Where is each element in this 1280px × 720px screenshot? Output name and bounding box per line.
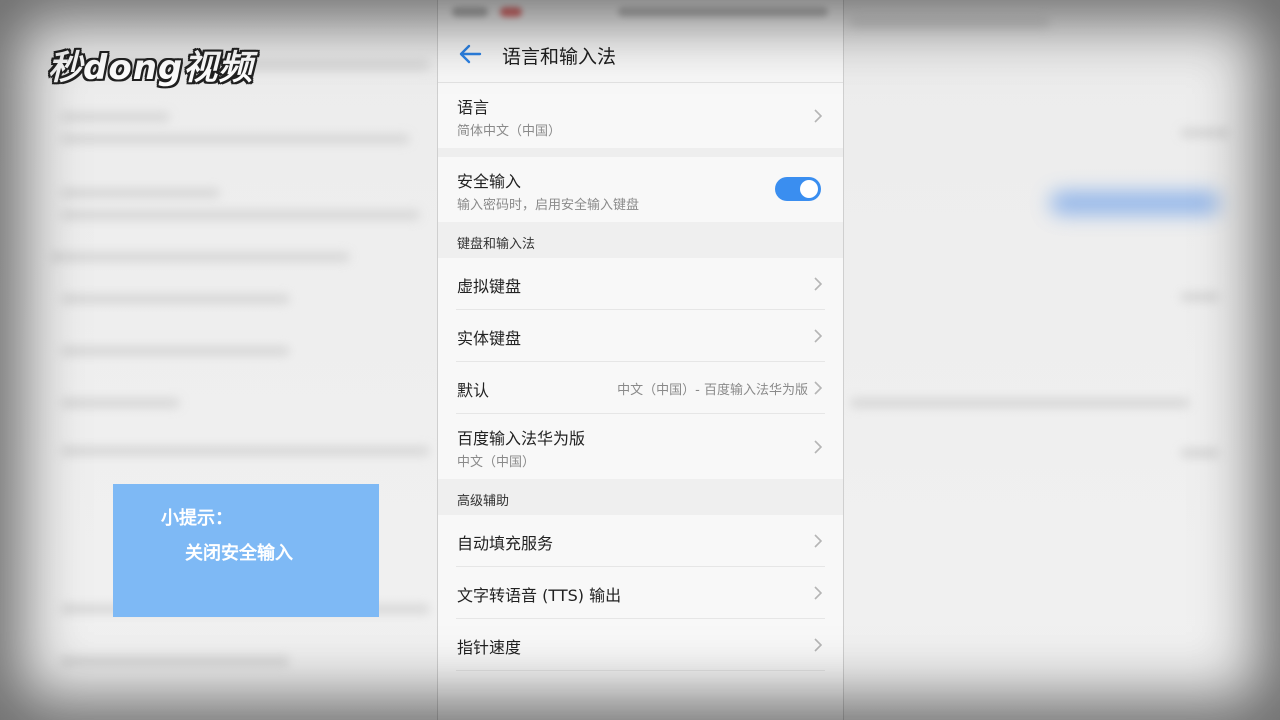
- phone-screen: 语言和输入法 语言 简体中文（中国） 安全输入 输入密码时，启用安全输入键盘 键…: [437, 0, 844, 720]
- item-title: 虚拟键盘: [457, 277, 522, 296]
- pointer-speed-item[interactable]: 指针速度: [438, 619, 843, 671]
- language-value: 简体中文（中国）: [457, 124, 562, 139]
- arrow-left-icon[interactable]: [456, 40, 484, 68]
- item-subtitle: 中文（中国）: [457, 455, 536, 470]
- default-keyboard-item[interactable]: 默认 中文（中国）- 百度输入法华为版: [438, 362, 843, 414]
- chevron-right-icon: [814, 381, 823, 395]
- item-title: 百度输入法华为版: [457, 429, 586, 448]
- item-title: 指针速度: [457, 638, 522, 657]
- secure-input-item: 安全输入 输入密码时，启用安全输入键盘: [438, 157, 843, 222]
- app-bar: 语言和输入法: [438, 26, 843, 83]
- chevron-right-icon: [814, 277, 823, 291]
- tip-text: 关闭安全输入: [185, 543, 293, 564]
- tts-output-item[interactable]: 文字转语音 (TTS) 输出: [438, 567, 843, 619]
- secure-input-toggle[interactable]: [775, 177, 821, 201]
- item-title: 自动填充服务: [457, 534, 554, 553]
- page-title: 语言和输入法: [502, 46, 617, 68]
- section-header-keyboard: 键盘和输入法: [438, 222, 843, 258]
- autofill-service-item[interactable]: 自动填充服务: [438, 515, 843, 567]
- status-bar: [438, 0, 843, 26]
- item-value: 中文（中国）- 百度输入法华为版: [617, 383, 808, 398]
- secure-input-title: 安全输入: [457, 172, 522, 191]
- language-item[interactable]: 语言 简体中文（中国）: [438, 83, 843, 148]
- item-title: 实体键盘: [457, 329, 522, 348]
- chevron-right-icon: [814, 586, 823, 600]
- chevron-right-icon: [814, 329, 823, 343]
- watermark-logo: 秒dong视频: [48, 48, 254, 88]
- tip-title: 小提示：: [161, 508, 233, 529]
- chevron-right-icon: [814, 108, 823, 123]
- item-title: 文字转语音 (TTS) 输出: [457, 586, 622, 605]
- physical-keyboard-item[interactable]: 实体键盘: [438, 310, 843, 362]
- item-title: 默认: [457, 381, 490, 400]
- baidu-ime-item[interactable]: 百度输入法华为版 中文（中国）: [438, 414, 843, 479]
- language-title: 语言: [457, 98, 490, 117]
- secure-input-subtitle: 输入密码时，启用安全输入键盘: [457, 198, 640, 213]
- virtual-keyboard-item[interactable]: 虚拟键盘: [438, 258, 843, 310]
- chevron-right-icon: [814, 439, 823, 454]
- chevron-right-icon: [814, 534, 823, 548]
- tip-box: 小提示： 关闭安全输入: [113, 484, 379, 617]
- chevron-right-icon: [814, 638, 823, 652]
- section-header-advanced: 高级辅助: [438, 479, 843, 515]
